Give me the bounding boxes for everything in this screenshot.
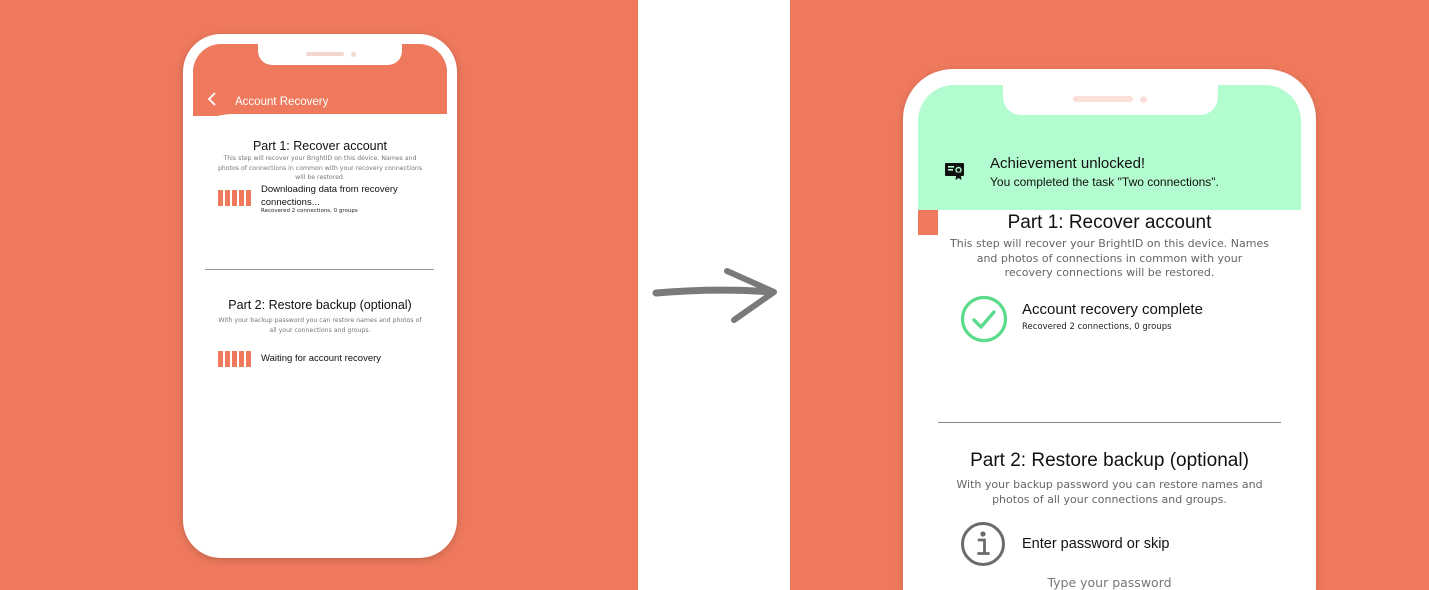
info-circle-icon[interactable] (960, 521, 1006, 567)
progress-bars-icon (218, 190, 251, 206)
phone-after: Achievement unlocked! You completed the … (903, 69, 1316, 590)
part2-title: Part 2: Restore backup (optional) (228, 298, 412, 312)
phone-notch (258, 44, 402, 65)
part1-description-line1: This step will recover your BrightID on … (950, 237, 1269, 250)
part2-title: Part 2: Restore backup (optional) (970, 450, 1249, 471)
part1-title: Part 1: Recover account (252, 139, 388, 153)
phone-before: Account Recovery Part 1: Recover account… (183, 34, 457, 558)
part2-description-line1: With your backup password you can restor… (956, 478, 1263, 491)
speaker-grille (1073, 96, 1133, 102)
achievement-text: You completed the task "Two connections"… (990, 175, 1219, 189)
arrow-right-icon (652, 268, 777, 323)
progress-bars-icon (218, 351, 251, 367)
section-divider (938, 422, 1281, 423)
front-camera (1140, 96, 1147, 103)
section-divider (205, 269, 434, 270)
phone-after-screen: Achievement unlocked! You completed the … (918, 85, 1301, 590)
part2-description-line2: photos of all your connections and group… (992, 492, 1227, 506)
part2-description: With your backup password you can restor… (218, 317, 422, 334)
part1-description: This step will recover your BrightID on … (948, 237, 1271, 281)
part2-status: Waiting for account recovery (261, 353, 382, 364)
part1-description-line3: recovery connections will be restored. (1004, 266, 1215, 279)
certificate-icon (945, 163, 964, 180)
phone-before-screen: Account Recovery Part 1: Recover account… (193, 44, 447, 549)
chevron-left-icon[interactable] (207, 92, 217, 109)
part1-status: Account recovery complete (1022, 301, 1203, 318)
part2-description: With your backup password you can restor… (948, 478, 1271, 507)
front-camera (351, 52, 356, 57)
achievement-title: Achievement unlocked! (990, 155, 1146, 172)
part1-title: Part 1: Recover account (1007, 212, 1212, 233)
part1-status-line1: Downloading data from recovery (261, 184, 398, 195)
password-input[interactable]: Type your password (918, 575, 1301, 590)
password-prompt: Enter password or skip (1022, 536, 1170, 552)
part1-status: Downloading data from recovery connectio… (261, 184, 398, 209)
check-circle-icon (960, 295, 1008, 343)
part1-description-line2: and photos of connections in common with… (976, 251, 1243, 265)
part1-description: This step will recover your BrightID on … (217, 155, 423, 181)
part1-recovered-count: Recovered 2 connections, 0 groups (1022, 322, 1172, 332)
part1-recovered-count: Recovered 2 connections, 0 groups (261, 208, 358, 214)
page-title: Account Recovery (235, 96, 329, 108)
speaker-grille (306, 52, 344, 56)
phone-notch (1003, 85, 1218, 115)
